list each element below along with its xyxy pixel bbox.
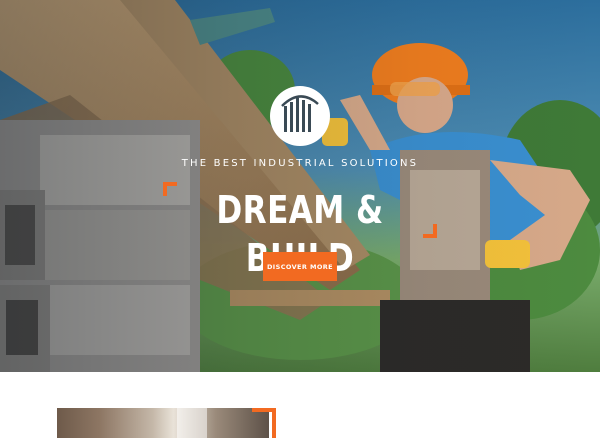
headline-frame: DREAM & BUILD xyxy=(163,182,437,280)
hero-tagline: THE BEST INDUSTRIAL SOLUTIONS xyxy=(181,158,419,169)
bracket-bottom-right xyxy=(423,224,437,238)
feature-image-highlight xyxy=(177,408,207,438)
building-columns-logo-icon xyxy=(270,86,330,146)
feature-image-frame-accent xyxy=(252,408,276,438)
bracket-top-left xyxy=(163,182,177,196)
content-section xyxy=(0,372,600,438)
discover-more-button[interactable]: DISCOVER MORE xyxy=(263,252,337,281)
hero-section: THE BEST INDUSTRIAL SOLUTIONS DREAM & BU… xyxy=(0,0,600,372)
feature-image xyxy=(57,408,269,438)
